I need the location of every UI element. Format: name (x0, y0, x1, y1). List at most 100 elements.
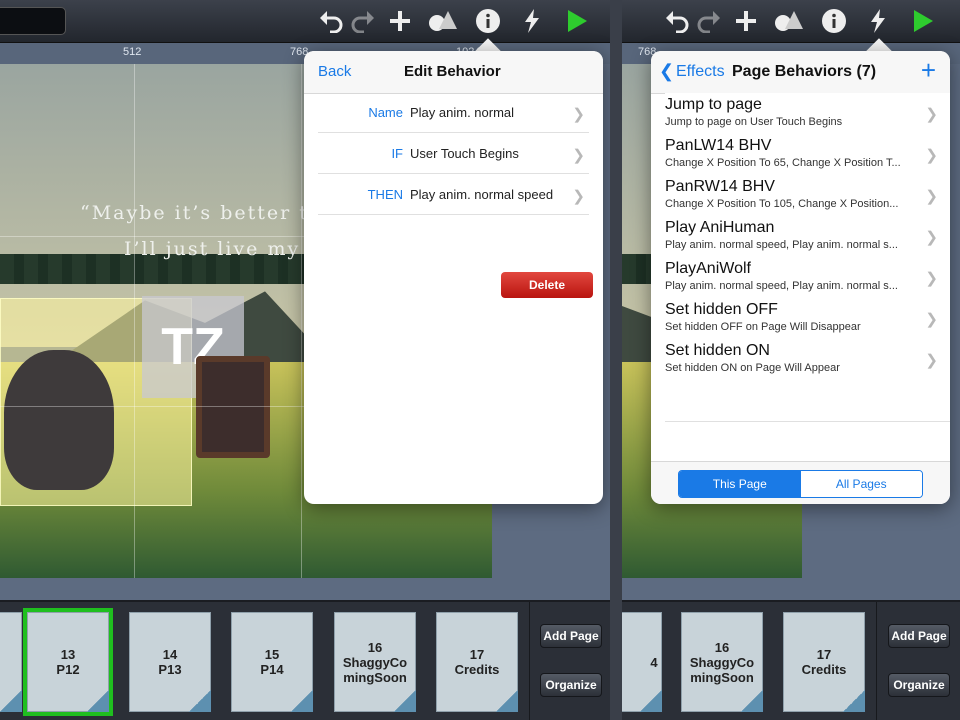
page-name: 4 (650, 654, 658, 670)
page-curl-icon (640, 690, 662, 712)
empty-row (665, 380, 950, 422)
page-thumbnail[interactable]: 14 P13 (129, 612, 211, 712)
page-thumbnail[interactable]: 4 (622, 612, 662, 712)
chevron-right-icon: ❯ (925, 270, 938, 287)
behavior-if-row[interactable]: IF User Touch Begins ❯ (318, 133, 589, 174)
behaviors-list: Jump to page Jump to page on User Touch … (651, 93, 950, 463)
behavior-title: Play AniHuman (665, 219, 775, 236)
page-strip: 13 P12 14 P13 15 P14 16 ShaggyComingSoon… (0, 600, 610, 720)
behavior-subtitle: Set hidden OFF on Page Will Disappear (665, 321, 861, 333)
page-title-field[interactable] (0, 7, 66, 35)
popover-header: ❮ Effects Page Behaviors (7) + (651, 51, 950, 94)
info-icon[interactable] (819, 6, 849, 36)
page-thumbnail[interactable]: 16 ShaggyComingSoon (681, 612, 763, 712)
row-value: User Touch Begins (410, 146, 519, 161)
page-name: Credits (454, 662, 500, 677)
shapes-icon[interactable] (428, 6, 458, 36)
behavior-row[interactable]: Set hidden ON Set hidden ON on Page Will… (665, 339, 950, 381)
behavior-title: Set hidden ON (665, 342, 770, 359)
behavior-subtitle: Set hidden ON on Page Will Appear (665, 362, 840, 374)
chevron-left-icon[interactable]: ❮ (659, 61, 674, 82)
undo-icon[interactable] (662, 6, 692, 36)
ruler-tick-label: 512 (123, 46, 142, 58)
behavior-title: PanRW14 BHV (665, 178, 775, 195)
behavior-title: PanLW14 BHV (665, 137, 772, 154)
guide-line-vertical (134, 64, 135, 578)
row-value: Play anim. normal (410, 105, 515, 120)
top-toolbar (0, 0, 610, 43)
page-thumbnail[interactable] (0, 612, 22, 712)
behavior-row[interactable]: Jump to page Jump to page on User Touch … (665, 93, 950, 135)
page-number: 16 (367, 639, 383, 655)
info-icon[interactable] (473, 6, 503, 36)
screenshot-divider (610, 0, 622, 720)
left-screen: “Maybe it’s better to I’ll just live my … (0, 0, 610, 720)
page-thumbnail[interactable]: 17 Credits (436, 612, 518, 712)
page-behaviors-popover: ❮ Effects Page Behaviors (7) + Jump to p… (651, 51, 950, 504)
add-page-button[interactable]: Add Page (540, 624, 602, 648)
page-curl-icon (189, 690, 211, 712)
page-thumbnail[interactable]: 17 Credits (783, 612, 865, 712)
organize-button[interactable]: Organize (888, 673, 950, 697)
page-thumbnail-selected[interactable]: 13 P12 (23, 608, 113, 716)
chevron-right-icon: ❯ (925, 229, 938, 246)
behaviors-icon[interactable] (517, 6, 547, 36)
page-thumbnail[interactable]: 15 P14 (231, 612, 313, 712)
behavior-row[interactable]: PlayAniWolf Play anim. normal speed, Pla… (665, 257, 950, 299)
page-name: P12 (56, 662, 80, 677)
redo-icon[interactable] (348, 6, 378, 36)
behavior-subtitle: Change X Position To 105, Change X Posit… (665, 198, 899, 210)
undo-icon[interactable] (316, 6, 346, 36)
chevron-right-icon: ❯ (925, 147, 938, 164)
row-label: Name (368, 105, 403, 120)
behavior-subtitle: Change X Position To 65, Change X Positi… (665, 157, 901, 169)
page-number: 13 (60, 647, 76, 662)
plus-icon[interactable]: + (921, 56, 936, 84)
page-number: 17 (469, 647, 485, 662)
page-name: ShaggyComingSoon (689, 654, 755, 685)
strip-separator (529, 602, 530, 720)
behavior-subtitle: Play anim. normal speed, Play anim. norm… (665, 280, 898, 292)
add-icon[interactable] (731, 6, 761, 36)
page-number: 15 (264, 647, 280, 662)
behavior-title: Jump to page (665, 96, 762, 113)
quote-line-1: “Maybe it’s better to (80, 202, 323, 224)
behavior-row[interactable]: PanLW14 BHV Change X Position To 65, Cha… (665, 134, 950, 176)
add-page-button[interactable]: Add Page (888, 624, 950, 648)
chevron-right-icon: ❯ (572, 188, 585, 205)
row-value: Play anim. normal speed (410, 187, 554, 202)
page-name: P13 (158, 662, 182, 677)
behavior-name-row[interactable]: Name Play anim. normal ❯ (318, 92, 589, 133)
edit-behavior-popover: Back Edit Behavior Name Play anim. norma… (304, 51, 603, 504)
chevron-right-icon: ❯ (925, 106, 938, 123)
behavior-row[interactable]: Set hidden OFF Set hidden OFF on Page Wi… (665, 298, 950, 340)
play-icon[interactable] (562, 6, 592, 36)
page-number: 14 (162, 647, 178, 662)
strip-separator (876, 602, 877, 720)
segment-this-page[interactable]: This Page (679, 471, 801, 497)
back-button[interactable]: Back (318, 63, 351, 80)
page-curl-icon (291, 690, 313, 712)
row-label: IF (391, 146, 403, 161)
play-icon[interactable] (908, 6, 938, 36)
quote-line-2: I’ll just live my o (124, 238, 322, 260)
effects-back-button[interactable]: Effects (676, 63, 725, 81)
page-thumbnail[interactable]: 16 ShaggyComingSoon (334, 612, 416, 712)
redo-icon[interactable] (694, 6, 724, 36)
organize-button[interactable]: Organize (540, 673, 602, 697)
behavior-row[interactable]: PanRW14 BHV Change X Position To 105, Ch… (665, 175, 950, 217)
add-icon[interactable] (385, 6, 415, 36)
page-number: 16 (714, 639, 730, 655)
behavior-row[interactable]: Play AniHuman Play anim. normal speed, P… (665, 216, 950, 258)
scope-segmented-control[interactable]: This Page All Pages (678, 470, 923, 498)
behavior-title: Set hidden OFF (665, 301, 778, 318)
behaviors-icon[interactable] (863, 6, 893, 36)
behavior-title: PlayAniWolf (665, 260, 751, 277)
behavior-then-row[interactable]: THEN Play anim. normal speed ❯ (318, 174, 589, 215)
chevron-right-icon: ❯ (925, 352, 938, 369)
shapes-icon[interactable] (774, 6, 804, 36)
delete-button[interactable]: Delete (501, 272, 593, 298)
segment-all-pages[interactable]: All Pages (800, 471, 922, 497)
behavior-subtitle: Play anim. normal speed, Play anim. norm… (665, 239, 898, 251)
page-name: P14 (260, 662, 284, 677)
